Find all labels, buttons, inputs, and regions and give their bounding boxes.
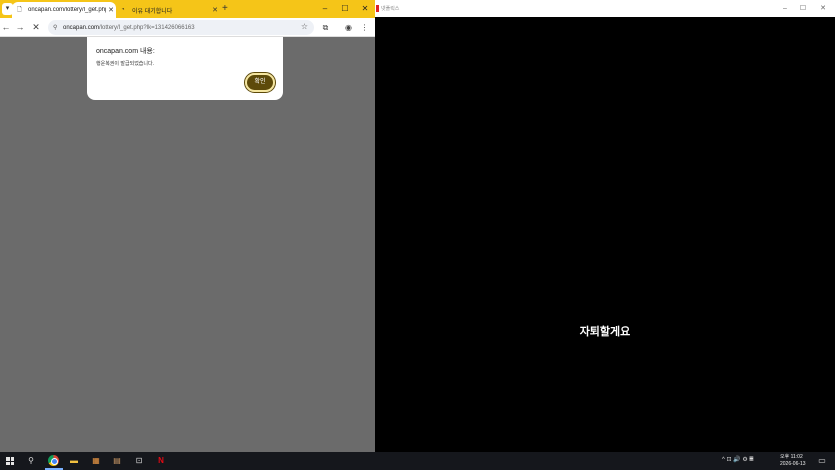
app-icon[interactable]: ⊡ [133,455,145,467]
address-bar[interactable]: ⚲ oncapan.com/lottery/l_get.php?lk=13142… [48,20,314,35]
netflix-logo-icon [376,5,379,12]
app-icon[interactable]: ▦ [90,455,102,467]
bookmark-star-icon[interactable]: ☆ [301,22,308,31]
app-icon[interactable]: ▤ [111,455,123,467]
extensions-icon[interactable]: ⧉ [320,22,331,33]
stop-loading-icon[interactable]: ✕ [30,21,42,34]
dialog-message: 행운복권이 발급되었습니다. [96,61,154,67]
browser-toolbar: ← → ✕ ⚲ oncapan.com/lottery/l_get.php?lk… [0,18,375,37]
clock-date: 2026-06-13 [780,461,806,467]
player-title-bar: 넷플릭스 – ☐ ✕ [375,0,835,17]
tab-title: 이유 대기합니다 [132,8,173,15]
back-icon[interactable]: ← [0,21,12,34]
player-minimize-button[interactable]: – [778,4,792,14]
file-explorer-icon[interactable]: ▬ [68,455,80,467]
taskbar-clock[interactable]: 오후 11:02 2026-06-13 [780,454,806,468]
tab-title: oncapan.com/lottery/l_get.php [28,7,106,13]
chrome-taskbar-icon[interactable] [48,455,59,466]
ok-button[interactable]: 확인 [244,72,276,93]
profile-avatar[interactable]: ◉ [343,22,354,33]
page-favicon-icon: 🗋 [17,6,22,13]
menu-kebab-icon[interactable]: ⋮ [359,22,370,33]
tab-strip: ▾ 🗋 oncapan.com/lottery/l_get.php ✕ ◔ 이유… [0,0,375,18]
close-tab-icon[interactable]: ✕ [210,6,220,14]
netflix-taskbar-icon[interactable]: N [155,455,167,467]
page-favicon-icon: ◔ [121,6,125,13]
tab-lottery[interactable]: 🗋 oncapan.com/lottery/l_get.php ✕ [12,2,116,18]
player-close-button[interactable]: ✕ [816,4,830,14]
desktop: ▾ 🗋 oncapan.com/lottery/l_get.php ✕ ◔ 이유… [0,0,835,470]
url-path: /lottery/l_get.php?lk=131426066163 [99,24,195,31]
player-maximize-button[interactable]: ☐ [796,4,810,14]
start-windows-icon[interactable] [6,457,14,465]
tab-waiting[interactable]: ◔ 이유 대기합니다 ✕ [116,2,220,18]
netflix-window: 넷플릭스 – ☐ ✕ 자퇴할게요 [375,0,835,452]
search-icon[interactable]: ⚲ [25,455,37,467]
close-tab-icon[interactable]: ✕ [106,6,116,14]
taskbar: ⚲ ▬ ▦ ▤ ⊡ N ^ ⊡ 🔊 ⚙ 𝄜 오후 11:02 2026-06-1… [0,452,835,470]
alert-dialog: oncapan.com 내용: 행운복권이 발급되었습니다. 확인 [87,37,283,100]
dialog-title: oncapan.com 내용: [96,48,155,55]
system-tray[interactable]: ^ ⊡ 🔊 ⚙ 𝄜 [722,456,753,464]
player-window-title: 넷플릭스 [381,6,400,12]
notification-icon[interactable]: ▭ [816,455,828,467]
close-window-button[interactable]: ✕ [358,3,372,15]
minimize-button[interactable]: – [318,3,332,15]
maximize-button[interactable]: ☐ [338,3,352,15]
new-tab-button[interactable]: + [222,3,232,15]
site-info-icon[interactable]: ⚲ [53,24,63,31]
url-host: oncapan.com [63,24,100,31]
forward-icon[interactable]: → [14,21,26,34]
browser-window: ▾ 🗋 oncapan.com/lottery/l_get.php ✕ ◔ 이유… [0,0,375,452]
clock-time: 오후 11:02 [780,454,803,460]
subtitle-caption: 자퇴할게요 [579,325,631,338]
